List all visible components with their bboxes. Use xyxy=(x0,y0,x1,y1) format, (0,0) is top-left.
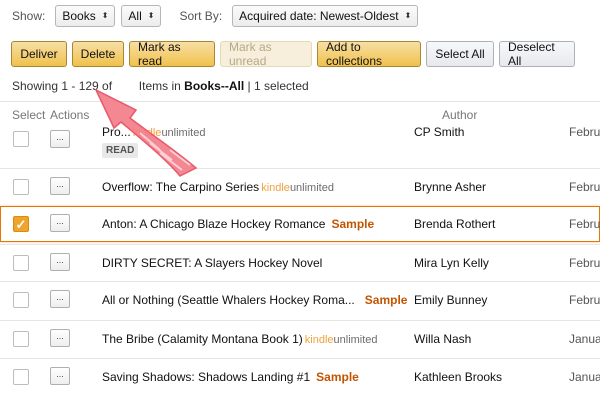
status-middle: Items in xyxy=(138,79,181,93)
book-author: CP Smith xyxy=(414,125,465,139)
book-title[interactable]: Anton: A Chicago Blaze Hockey Romance Sam… xyxy=(102,217,374,231)
sample-label[interactable]: Sample xyxy=(365,293,408,307)
table-row: ... Overflow: The Carpino Series kindleun… xyxy=(0,168,600,205)
show-select-value: Books xyxy=(62,9,96,23)
row-checkbox-checked[interactable]: ✓ xyxy=(13,216,29,232)
kindle-unlimited-logo: kindleunlimited xyxy=(133,127,206,139)
row-actions-button[interactable]: ... xyxy=(50,290,70,308)
show-all-select[interactable]: All ⬍ xyxy=(121,5,162,27)
book-author: Brenda Rothert xyxy=(414,217,496,231)
chevron-updown-icon: ⬍ xyxy=(101,11,109,20)
sample-label[interactable]: Sample xyxy=(331,217,374,231)
kindle-unlimited-logo: kindleunlimited xyxy=(261,182,334,194)
row-checkbox[interactable] xyxy=(13,131,29,147)
row-actions-button[interactable]: ... xyxy=(50,130,70,148)
book-date: Januar xyxy=(569,332,600,346)
row-checkbox[interactable] xyxy=(13,369,29,385)
table-row: ... All or Nothing (Seattle Whalers Hock… xyxy=(0,281,600,318)
book-title[interactable]: Pro... kindleunlimited xyxy=(102,125,205,139)
row-actions-button[interactable]: ... xyxy=(50,253,70,271)
book-author: Brynne Asher xyxy=(414,180,487,194)
row-actions-button[interactable]: ... xyxy=(50,329,70,347)
filter-bar: Show: Books ⬍ All ⬍ Sort By: Acquired da… xyxy=(12,3,419,29)
book-title-text[interactable]: Pro... xyxy=(102,125,131,139)
row-actions-button[interactable]: ... xyxy=(50,367,70,385)
add-to-collections-button[interactable]: Add to collections xyxy=(317,40,421,68)
status-prefix: Showing 1 - 129 of xyxy=(12,79,113,93)
table-row: ... DIRTY SECRET: A Slayers Hockey Novel… xyxy=(0,244,600,281)
ku-kindle: kindle xyxy=(261,182,290,194)
mark-as-read-button[interactable]: Mark as read xyxy=(129,40,215,68)
table-row: ... The Bribe (Calamity Montana Book 1) k… xyxy=(0,320,600,357)
deliver-button[interactable]: Deliver xyxy=(11,41,67,67)
sample-label[interactable]: Sample xyxy=(316,370,359,384)
book-author: Willa Nash xyxy=(414,332,472,346)
row-checkbox[interactable] xyxy=(13,255,29,271)
status-all: All xyxy=(228,79,245,93)
show-all-select-value: All xyxy=(128,9,142,23)
book-title[interactable]: DIRTY SECRET: A Slayers Hockey Novel xyxy=(102,256,322,270)
ku-unlimited: unlimited xyxy=(289,182,334,194)
action-toolbar: Deliver Delete Mark as read Mark as unre… xyxy=(11,40,580,68)
book-date: Januar xyxy=(569,370,600,384)
delete-button[interactable]: Delete xyxy=(72,41,124,67)
show-select[interactable]: Books ⬍ xyxy=(55,5,116,27)
status-books: Books xyxy=(184,79,221,93)
ku-unlimited: unlimited xyxy=(333,334,378,346)
kindle-unlimited-logo: kindleunlimited xyxy=(305,334,378,346)
read-badge: READ xyxy=(102,143,139,158)
ku-kindle: kindle xyxy=(132,127,162,139)
book-title[interactable]: All or Nothing (Seattle Whalers Hockey R… xyxy=(102,293,407,307)
chevron-updown-icon: ⬍ xyxy=(147,11,155,20)
book-title[interactable]: Overflow: The Carpino Series kindleunlimi… xyxy=(102,180,334,194)
ku-unlimited: unlimited xyxy=(161,127,206,139)
book-date: Februa xyxy=(569,180,600,194)
book-title[interactable]: Saving Shadows: Shadows Landing #1 Sample xyxy=(102,370,359,384)
row-checkbox[interactable] xyxy=(13,331,29,347)
table-row-selected: ✓ ... Anton: A Chicago Blaze Hockey Roma… xyxy=(0,206,600,242)
book-author: Emily Bunney xyxy=(414,293,488,307)
book-author: Kathleen Brooks xyxy=(414,370,503,384)
chevron-updown-icon: ⬍ xyxy=(404,11,412,20)
book-author: Mira Lyn Kelly xyxy=(414,256,489,270)
row-checkbox[interactable] xyxy=(13,179,29,195)
deselect-all-button[interactable]: Deselect All xyxy=(499,40,575,68)
show-label: Show: xyxy=(12,9,46,23)
book-date: Februa xyxy=(569,125,600,139)
sort-select-value: Acquired date: Newest-Oldest xyxy=(239,9,399,23)
ku-kindle: kindle xyxy=(304,334,334,346)
row-actions-button[interactable]: ... xyxy=(50,214,70,232)
book-title-text[interactable]: The Bribe (Calamity Montana Book 1) xyxy=(102,332,303,346)
book-date: Februa xyxy=(569,217,600,231)
sort-label: Sort By: xyxy=(179,9,223,23)
sort-select[interactable]: Acquired date: Newest-Oldest ⬍ xyxy=(232,5,419,27)
book-title[interactable]: The Bribe (Calamity Montana Book 1) kindl… xyxy=(102,332,378,346)
table-row: ... Pro... kindleunlimited CP Smith Febru… xyxy=(0,115,600,167)
mark-as-unread-button[interactable]: Mark as unread xyxy=(220,40,312,68)
book-date: Februa xyxy=(569,293,600,307)
row-checkbox[interactable] xyxy=(13,292,29,308)
select-all-button[interactable]: Select All xyxy=(426,41,494,67)
status-selected: | 1 selected xyxy=(247,79,309,93)
book-title-text[interactable]: All or Nothing (Seattle Whalers Hockey R… xyxy=(102,293,355,307)
table-row: ... Saving Shadows: Shadows Landing #1 Sa… xyxy=(0,358,600,395)
book-title-text[interactable]: Anton: A Chicago Blaze Hockey Romance xyxy=(102,217,325,231)
book-date: Februa xyxy=(569,256,600,270)
book-title-text[interactable]: Overflow: The Carpino Series xyxy=(102,180,259,194)
results-status: Showing 1 - 129 of 129 Items in Books--A… xyxy=(12,79,309,93)
row-actions-button[interactable]: ... xyxy=(50,177,70,195)
status-sep: -- xyxy=(220,79,229,93)
book-title-text[interactable]: Saving Shadows: Shadows Landing #1 xyxy=(102,370,310,384)
